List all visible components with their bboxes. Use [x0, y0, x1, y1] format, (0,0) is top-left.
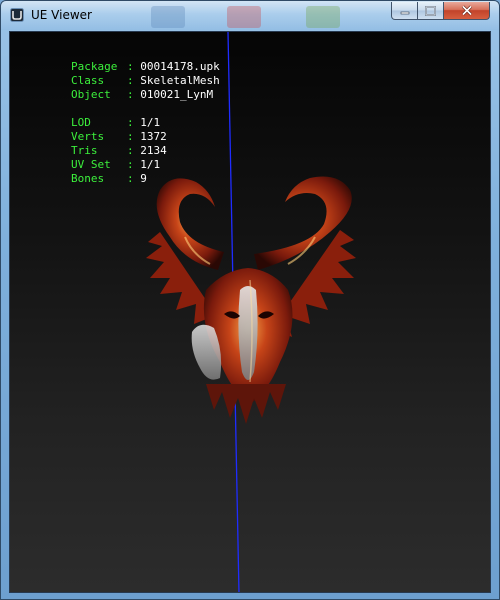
close-icon	[461, 5, 472, 16]
window-title: UE Viewer	[31, 8, 92, 22]
info-value: 00014178.upk	[140, 60, 220, 73]
maximize-button[interactable]	[418, 2, 444, 20]
ue-viewer-app-icon[interactable]	[10, 8, 24, 22]
maximize-icon	[425, 5, 436, 16]
info-value: 9	[140, 172, 147, 185]
info-value: SkeletalMesh	[140, 74, 220, 87]
mesh-info-overlay: Package: 00014178.upk Class: SkeletalMes…	[18, 46, 220, 185]
background-icon	[227, 6, 261, 28]
info-label: Object	[70, 88, 111, 101]
info-value: 1/1	[140, 116, 161, 129]
info-row-package: Package: 00014178.upk	[18, 46, 220, 73]
3d-viewport[interactable]: Package: 00014178.upk Class: SkeletalMes…	[9, 31, 491, 593]
info-separator: :	[126, 88, 134, 101]
info-label: LOD	[70, 116, 91, 129]
info-value: 2134	[140, 144, 167, 157]
minimize-icon	[400, 11, 409, 14]
info-separator: :	[126, 60, 134, 73]
info-separator: :	[126, 116, 134, 129]
info-label: UV Set	[70, 158, 111, 171]
info-label: Class	[70, 74, 105, 87]
info-label: Tris	[70, 144, 98, 157]
close-button[interactable]	[444, 2, 490, 20]
info-separator: :	[126, 158, 134, 171]
ue-viewer-window: UE Viewer Package: 00014178.upk Class:…	[0, 0, 500, 600]
info-separator: :	[126, 130, 134, 143]
info-label: Verts	[70, 130, 105, 143]
info-label: Bones	[70, 172, 105, 185]
background-icon	[306, 6, 340, 28]
minimize-button[interactable]	[391, 2, 418, 20]
info-label: Package	[70, 60, 118, 73]
info-value: 010021_LynM	[140, 88, 214, 101]
info-separator: :	[126, 144, 134, 157]
info-separator: :	[126, 172, 134, 185]
info-separator: :	[126, 74, 134, 87]
info-value: 1/1	[140, 158, 161, 171]
background-icon	[151, 6, 185, 28]
info-value: 1372	[140, 130, 167, 143]
title-bar[interactable]: UE Viewer	[1, 1, 499, 30]
